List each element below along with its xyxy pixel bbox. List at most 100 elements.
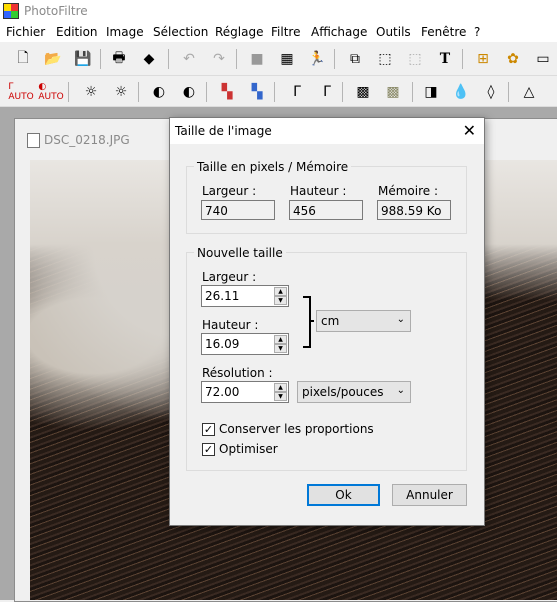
height-spin-down-icon[interactable]: ▼ xyxy=(274,344,287,353)
width-spinner: ▲ ▼ xyxy=(274,287,287,305)
auto-contrast-icon[interactable]: ◐ AUTO xyxy=(38,81,63,103)
ok-button[interactable]: Ok xyxy=(307,484,380,506)
cancel-button[interactable]: Annuler xyxy=(392,484,467,506)
resolution-spin-up-icon[interactable]: ▲ xyxy=(274,383,287,392)
saturation-minus-icon[interactable]: ▚ xyxy=(216,81,238,103)
toolbar-separator xyxy=(462,49,463,69)
toolbar-separator xyxy=(274,82,275,102)
main-toolbar: 🗋 📂 💾 🖶 ◆ ↶ ↷ ■ ▦ 🏃 ⧉ ⬚ ⬚ T ⊞ ✿ ▭ xyxy=(0,43,557,76)
chevron-down-icon: ⌄ xyxy=(396,314,405,325)
filter-toolbar: Γ AUTO ◐ AUTO ☼ ☼ ◐ ◐ ▚ ▚ Γ Γ ▩ ▩ ◨ 💧 ◊ △ xyxy=(0,76,557,107)
menu-bar: Fichier Edition Image Sélection Réglage … xyxy=(0,22,557,42)
save-icon[interactable]: 💾 xyxy=(72,48,94,70)
toolbar-separator xyxy=(236,49,237,69)
undo-icon[interactable]: ↶ xyxy=(178,48,200,70)
width-value: 26.11 xyxy=(205,289,240,303)
runner-icon[interactable]: 🏃 xyxy=(306,48,328,70)
saturation-plus-icon[interactable]: ▚ xyxy=(246,81,268,103)
resolution-label: Résolution : xyxy=(202,366,273,380)
settings-icon[interactable]: ✿ xyxy=(502,48,524,70)
drop-icon[interactable]: 💧 xyxy=(450,81,472,103)
new-icon[interactable]: 🗋 xyxy=(12,48,34,70)
width-input[interactable]: 26.11 ▲ ▼ xyxy=(201,285,289,307)
menu-fichier[interactable]: Fichier xyxy=(6,25,45,39)
auto-levels-icon[interactable]: Γ AUTO xyxy=(8,81,33,103)
menu-affichage[interactable]: Affichage xyxy=(311,25,367,39)
triangle-icon[interactable]: △ xyxy=(518,81,540,103)
menu-selection[interactable]: Sélection xyxy=(153,25,208,39)
proportion-link-bracket xyxy=(303,296,311,348)
height-label: Hauteur : xyxy=(202,318,259,332)
toolbar-separator xyxy=(168,49,169,69)
text-icon[interactable]: T xyxy=(434,48,456,70)
resolution-value: 72.00 xyxy=(205,385,240,399)
toolbar-separator xyxy=(68,82,69,102)
resolution-spinner: ▲ ▼ xyxy=(274,383,287,401)
toolbar-separator xyxy=(138,82,139,102)
filter-icon[interactable]: ◨ xyxy=(420,81,442,103)
keep-proportions-label[interactable]: Conserver les proportions xyxy=(219,422,374,436)
memory-label: Mémoire : xyxy=(378,184,439,198)
tree-icon[interactable]: ⊞ xyxy=(472,48,494,70)
menu-fenetre[interactable]: Fenêtre xyxy=(421,25,466,39)
document-icon xyxy=(27,133,40,148)
toolbar-separator xyxy=(508,82,509,102)
open-icon[interactable]: 📂 xyxy=(42,48,64,70)
copy-icon[interactable]: ⧉ xyxy=(344,48,366,70)
texture-icon[interactable]: ▩ xyxy=(352,81,374,103)
menu-edition[interactable]: Edition xyxy=(56,25,98,39)
gamma-plus-icon[interactable]: Γ xyxy=(316,81,338,103)
pixel-size-legend: Taille en pixels / Mémoire xyxy=(194,160,352,174)
drop-outline-icon[interactable]: ◊ xyxy=(480,81,502,103)
menu-reglage[interactable]: Réglage xyxy=(215,25,264,39)
proportion-link-tick xyxy=(309,320,314,322)
resolution-unit-select[interactable]: pixels/pouces ⌄ xyxy=(297,381,411,403)
toolbar-separator xyxy=(334,49,335,69)
optimize-label[interactable]: Optimiser xyxy=(219,442,278,456)
width-spin-down-icon[interactable]: ▼ xyxy=(274,296,287,305)
scan-icon[interactable]: ◆ xyxy=(138,48,160,70)
height-spin-up-icon[interactable]: ▲ xyxy=(274,335,287,344)
toolbar-separator xyxy=(412,82,413,102)
menu-outils[interactable]: Outils xyxy=(376,25,411,39)
height-input[interactable]: 16.09 ▲ ▼ xyxy=(201,333,289,355)
window-icon[interactable]: ▭ xyxy=(532,48,554,70)
resolution-input[interactable]: 72.00 ▲ ▼ xyxy=(201,381,289,403)
chevron-down-icon: ⌄ xyxy=(396,385,405,396)
menu-image[interactable]: Image xyxy=(106,25,144,39)
memory-field: 988.59 Ko xyxy=(377,200,451,220)
width-label: Largeur : xyxy=(202,270,257,284)
unit-select[interactable]: cm ⌄ xyxy=(316,310,411,332)
menu-help[interactable]: ? xyxy=(474,25,480,39)
emboss-icon[interactable]: ▩ xyxy=(382,81,404,103)
unit-select-value: cm xyxy=(321,314,340,328)
toolbar-separator xyxy=(206,82,207,102)
pixel-width-label: Largeur : xyxy=(202,184,257,198)
height-value: 16.09 xyxy=(205,337,240,351)
app-title: PhotoFiltre xyxy=(24,4,88,18)
dialog-titlebar: Taille de l'image ✕ xyxy=(170,118,484,144)
pixel-height-field: 456 xyxy=(289,200,363,220)
optimize-checkbox[interactable]: ✓ xyxy=(202,443,215,456)
keep-proportions-checkbox[interactable]: ✓ xyxy=(202,423,215,436)
dialog-title: Taille de l'image xyxy=(175,124,272,138)
redo-icon[interactable]: ↷ xyxy=(208,48,230,70)
height-spinner: ▲ ▼ xyxy=(274,335,287,353)
contrast-minus-icon[interactable]: ◐ xyxy=(148,81,170,103)
palette-icon[interactable]: ▦ xyxy=(276,48,298,70)
contrast-plus-icon[interactable]: ◐ xyxy=(178,81,200,103)
close-icon[interactable]: ✕ xyxy=(463,121,476,140)
resolution-unit-value: pixels/pouces xyxy=(302,385,384,399)
document-title: DSC_0218.JPG xyxy=(44,133,130,147)
resolution-spin-down-icon[interactable]: ▼ xyxy=(274,392,287,401)
gray-square-icon[interactable]: ■ xyxy=(246,48,268,70)
width-spin-up-icon[interactable]: ▲ xyxy=(274,287,287,296)
selection-icon[interactable]: ⬚ xyxy=(374,48,396,70)
menu-filtre[interactable]: Filtre xyxy=(271,25,300,39)
print-icon[interactable]: 🖶 xyxy=(108,48,130,70)
brightness-minus-icon[interactable]: ☼ xyxy=(80,81,102,103)
toolbar-separator xyxy=(100,49,101,69)
crop-icon[interactable]: ⬚ xyxy=(404,48,426,70)
brightness-plus-icon[interactable]: ☼ xyxy=(110,81,132,103)
gamma-minus-icon[interactable]: Γ xyxy=(286,81,308,103)
